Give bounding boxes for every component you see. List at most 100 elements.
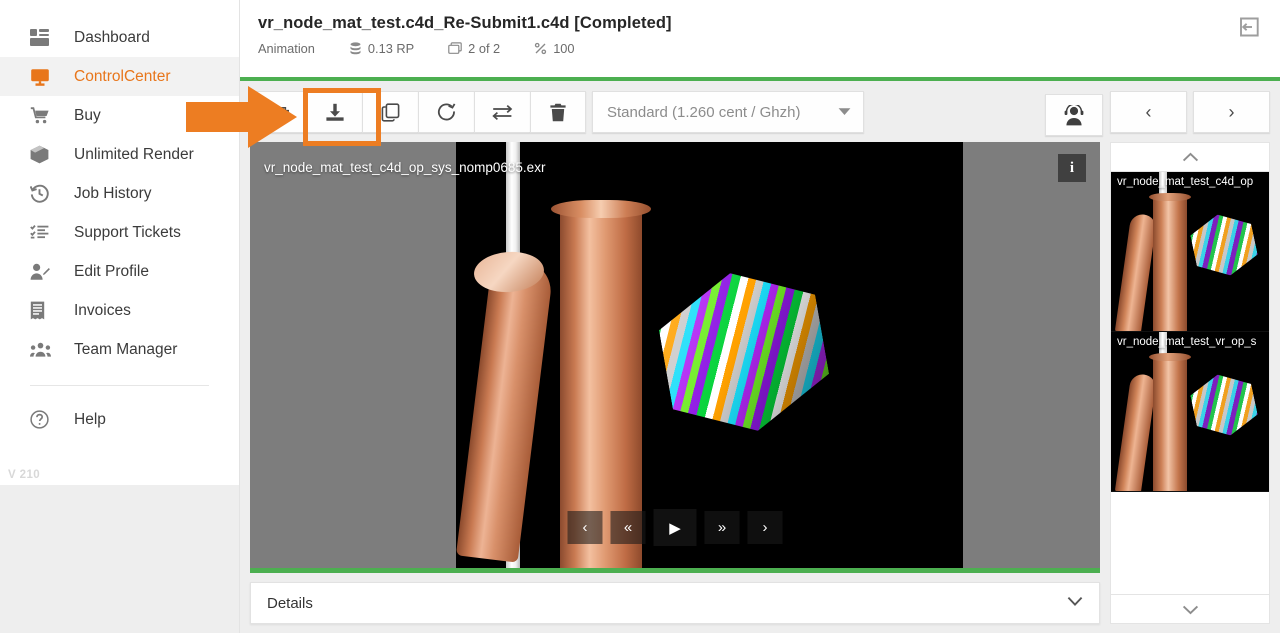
sidebar-item-label: ControlCenter (74, 67, 171, 85)
meta-progress-percent: 100 (534, 41, 575, 56)
thumbnails-scroll-down-button[interactable] (1110, 594, 1270, 624)
sidebar-item-job-history[interactable]: Job History (0, 174, 239, 213)
copy-button[interactable] (362, 91, 418, 133)
render-cube (652, 254, 835, 450)
sidebar-item-label: Dashboard (74, 28, 150, 46)
sidebar-item-label: Buy (74, 106, 101, 124)
restart-button[interactable] (418, 91, 474, 133)
sidebar-item-edit-profile[interactable]: Edit Profile (0, 252, 239, 291)
render-cylinder-side (455, 257, 555, 563)
thumbnail-empty-space (1111, 492, 1269, 594)
sidebar-item-buy[interactable]: Buy (0, 96, 239, 135)
thumbnail-label: vr_node_mat_test_c4d_op (1117, 176, 1254, 188)
sidebar-item-help-label: Help (74, 410, 106, 428)
render-cylinder-cap (551, 200, 651, 218)
thumb-cube (1187, 368, 1261, 442)
job-navigation: ‹ › (1110, 91, 1270, 133)
playback-controls: ‹ « ▶ » › (567, 509, 783, 546)
render-filename: vr_node_mat_test_c4d_op_sys_nomp0685.exr (264, 160, 546, 175)
sidebar-item-label: Team Manager (74, 340, 178, 358)
chevron-down-icon (838, 103, 851, 121)
thumbnail-item[interactable]: vr_node_mat_test_vr_op_s (1111, 332, 1269, 492)
render-image (455, 142, 901, 568)
job-header: vr_node_mat_test.c4d_Re-Submit1.c4d [Com… (240, 0, 1280, 81)
sidebar-bottom-filler (0, 485, 239, 633)
thumbnail-item[interactable]: vr_node_mat_test_c4d_op (1111, 172, 1269, 332)
meta-label: Animation (258, 41, 315, 56)
sidebar-item-label: Job History (74, 184, 152, 202)
next-job-button[interactable]: › (1193, 91, 1270, 133)
content-body: Standard (1.260 cent / Ghzh) vr_node_mat… (240, 81, 1280, 633)
download-button[interactable] (306, 91, 362, 133)
sidebar-item-label: Unlimited Render (74, 145, 194, 163)
previous-job-button[interactable]: ‹ (1110, 91, 1187, 133)
sidebar: Dashboard ControlCenter Buy Unlimited Re… (0, 0, 240, 633)
sidebar-item-dashboard[interactable]: Dashboard (0, 18, 239, 57)
box-icon (30, 145, 56, 165)
thumb-cube-face (1187, 208, 1261, 282)
render-image-right-strip (901, 142, 963, 568)
frames-icon (448, 42, 462, 55)
forward-button[interactable]: » (704, 511, 740, 544)
thumb-cylinder-cap (1149, 353, 1191, 361)
thumb-cube (1187, 208, 1261, 282)
delete-button[interactable] (530, 91, 586, 133)
page-title: vr_node_mat_test.c4d_Re-Submit1.c4d [Com… (258, 14, 672, 32)
render-cube-shading (652, 254, 835, 450)
right-column-spacer (1110, 624, 1270, 633)
meta-label: 100 (553, 41, 575, 56)
sidebar-item-controlcenter[interactable]: ControlCenter (0, 57, 239, 96)
thumbnail-list[interactable]: vr_node_mat_test_c4d_op vr_node_mat_test… (1110, 172, 1270, 594)
percent-icon (534, 42, 547, 55)
sidebar-divider (30, 385, 209, 386)
sidebar-item-invoices[interactable]: Invoices (0, 291, 239, 330)
sidebar-item-unlimited-render[interactable]: Unlimited Render (0, 135, 239, 174)
support-agent-button[interactable] (1045, 94, 1103, 136)
app-version: V 210 (8, 469, 41, 481)
coins-icon (349, 42, 362, 55)
sidebar-item-support-tickets[interactable]: Support Tickets (0, 213, 239, 252)
sidebar-item-label: Edit Profile (74, 262, 149, 280)
user-edit-icon (30, 262, 56, 282)
transfer-button[interactable] (474, 91, 530, 133)
people-group-icon (30, 340, 56, 360)
thumb-cylinder-side (1114, 372, 1158, 491)
thumbnails-scroll-up-button[interactable] (1110, 142, 1270, 172)
dashboard-icon (30, 28, 56, 48)
step-forward-button[interactable]: › (747, 511, 783, 544)
open-folder-button[interactable] (250, 91, 306, 133)
job-meta-row: Animation 0.13 RP 2 of 2 100 (258, 41, 1262, 56)
shopping-cart-icon (30, 106, 56, 126)
details-accordion[interactable]: Details (250, 582, 1100, 624)
thumb-cylinder-side (1114, 212, 1158, 331)
sidebar-item-help[interactable]: Help (0, 400, 239, 439)
thumb-cylinder-cap (1149, 193, 1191, 201)
monitor-icon (30, 67, 56, 87)
render-preview[interactable]: vr_node_mat_test_c4d_op_sys_nomp0685.exr… (250, 142, 1100, 573)
sidebar-item-label: Invoices (74, 301, 131, 319)
thumb-cube-face (1187, 368, 1261, 442)
thumb-cylinder-main (1153, 356, 1187, 491)
info-icon[interactable]: i (1058, 154, 1086, 182)
details-label: Details (267, 594, 313, 612)
invoice-icon (30, 301, 56, 321)
collapse-panel-icon[interactable] (1234, 12, 1264, 42)
chevron-down-icon (1067, 594, 1083, 612)
meta-label: 2 of 2 (468, 41, 501, 56)
rewind-button[interactable]: « (610, 511, 646, 544)
play-button[interactable]: ▶ (653, 509, 697, 546)
sidebar-item-label: Support Tickets (74, 223, 181, 241)
render-mode-select[interactable]: Standard (1.260 cent / Ghzh) (592, 91, 864, 133)
step-back-button[interactable]: ‹ (567, 511, 603, 544)
viewer-column: Standard (1.260 cent / Ghzh) vr_node_mat… (240, 81, 1110, 633)
sidebar-item-team-manager[interactable]: Team Manager (0, 330, 239, 369)
thumbnail-label: vr_node_mat_test_vr_op_s (1117, 336, 1257, 348)
checklist-icon (30, 223, 56, 243)
thumb-cylinder-main (1153, 196, 1187, 331)
thumbnail-column: ‹ › vr_node_mat_test_c4d_op vr_node_mat_… (1110, 81, 1280, 633)
meta-render-points: 0.13 RP (349, 41, 414, 56)
history-clock-icon (30, 184, 56, 204)
render-mode-value: Standard (1.260 cent / Ghzh) (607, 103, 801, 121)
meta-frames: 2 of 2 (448, 41, 500, 56)
viewer-toolbar: Standard (1.260 cent / Ghzh) (250, 91, 1100, 133)
